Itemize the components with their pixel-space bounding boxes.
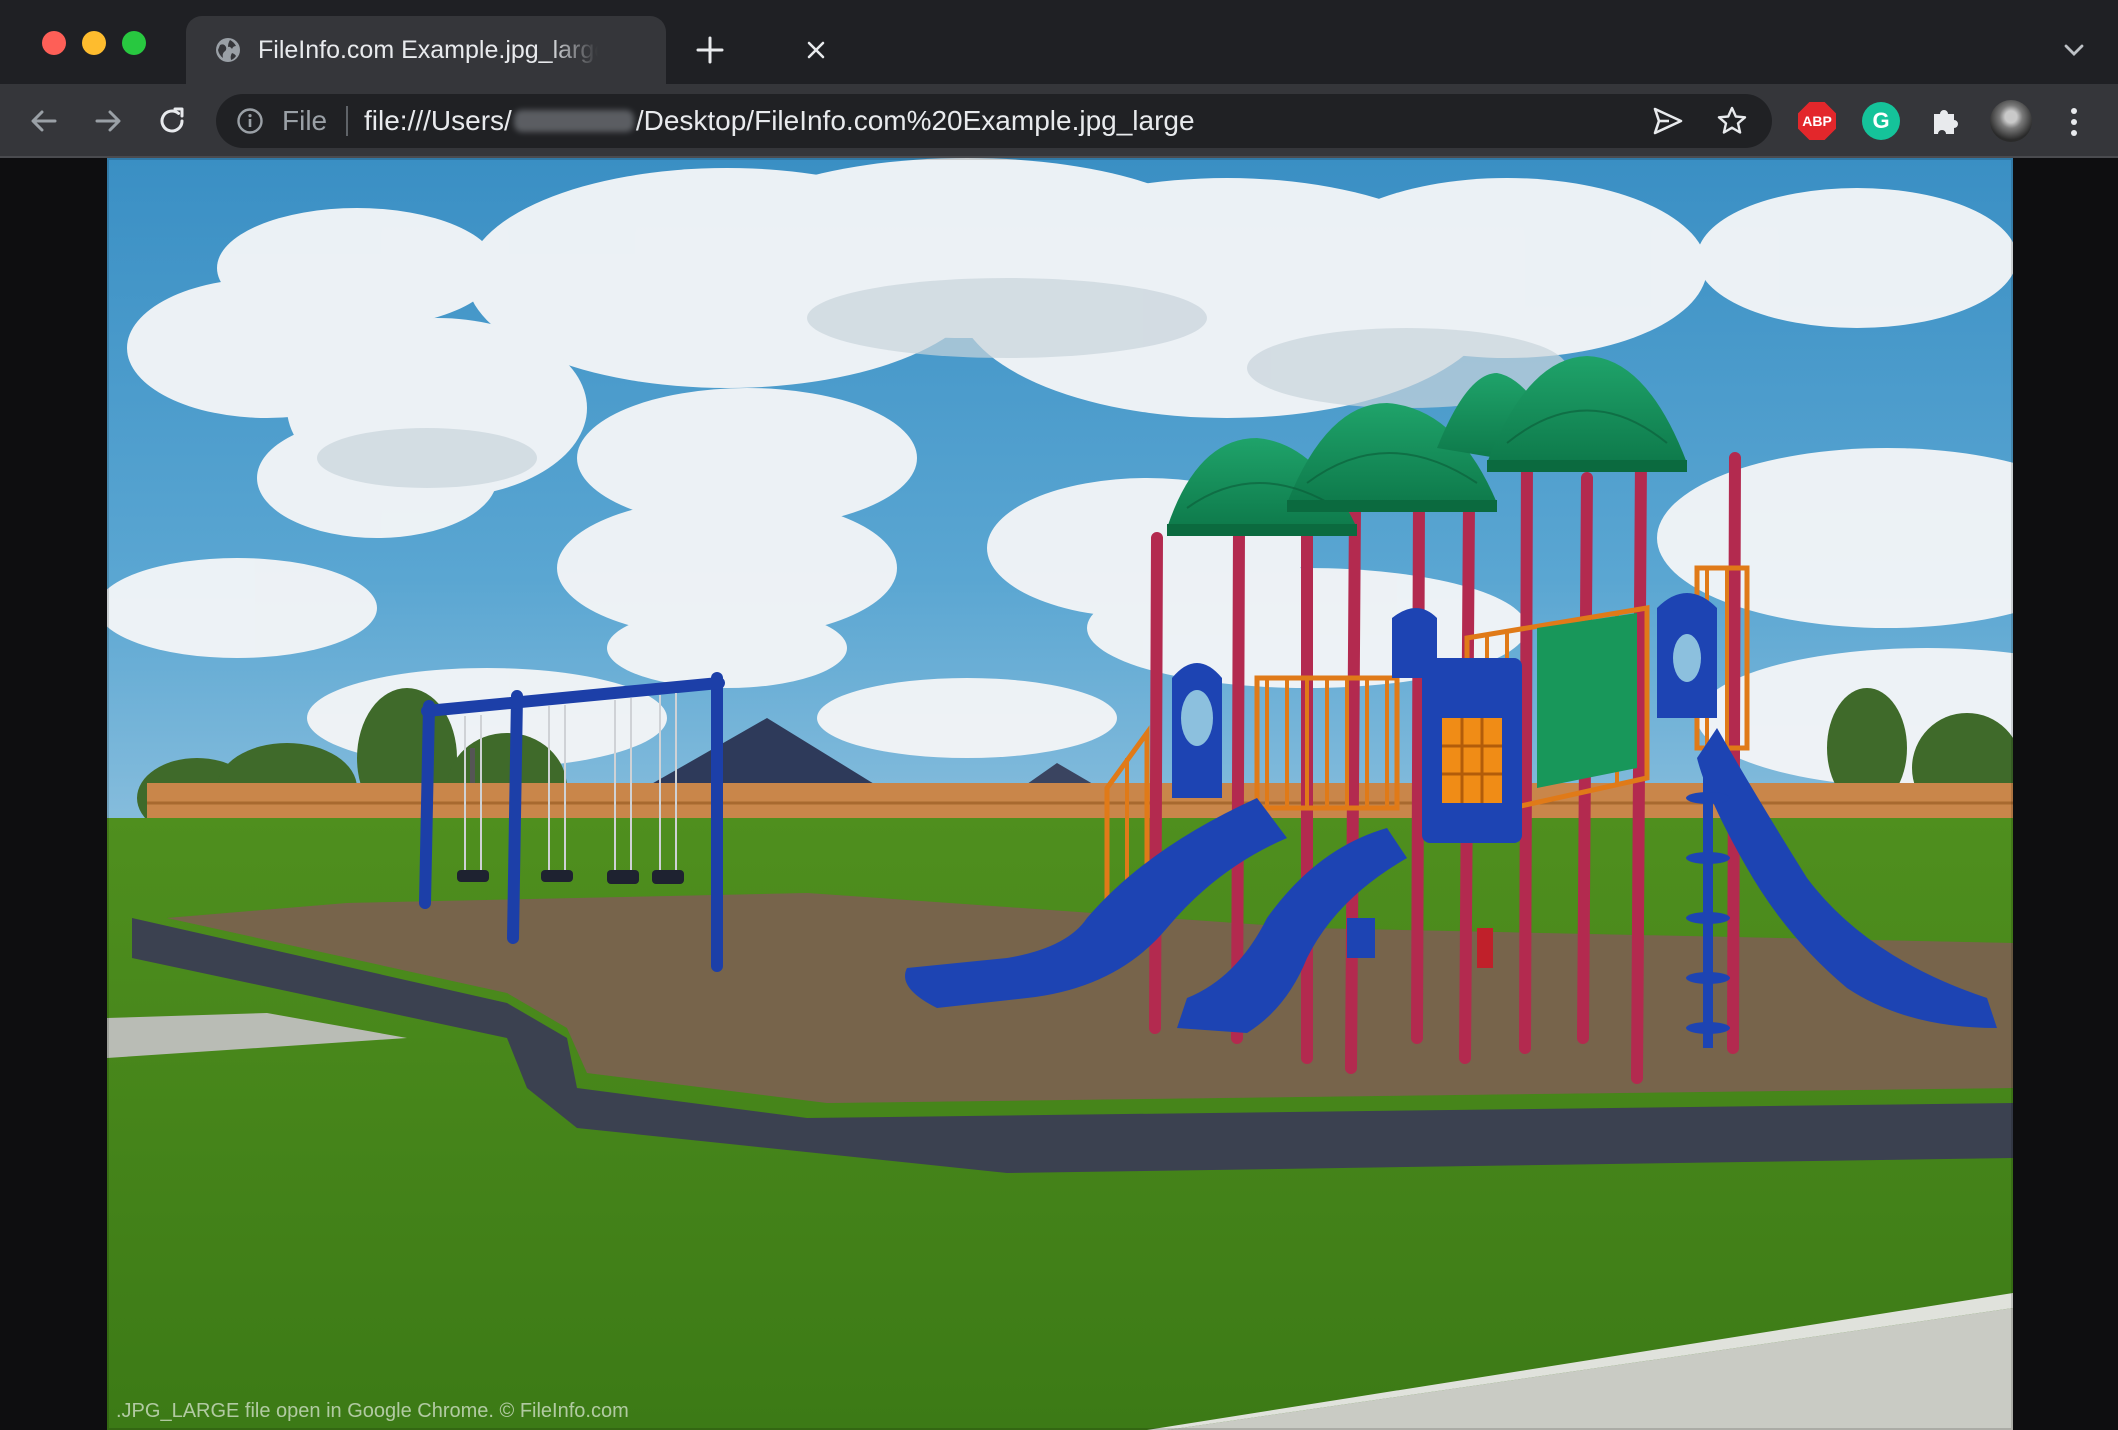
avatar[interactable] — [1990, 100, 2032, 142]
close-icon[interactable] — [804, 38, 828, 62]
info-icon[interactable] — [236, 107, 264, 135]
address-bar[interactable]: File file:///Users/ /Desktop/FileInfo.co… — [216, 94, 1772, 148]
image-caption: .JPG_LARGE file open in Google Chrome. ©… — [116, 1400, 629, 1422]
globe-icon — [214, 36, 242, 64]
zoom-window-button[interactable] — [122, 31, 146, 55]
tab-strip: FileInfo.com Example.jpg_large — [0, 0, 2118, 84]
star-icon[interactable] — [1716, 105, 1748, 137]
reload-icon[interactable] — [152, 101, 192, 141]
puzzle-icon[interactable] — [1926, 102, 1964, 140]
url-prefix: file:///Users/ — [364, 105, 512, 136]
arrow-left-icon[interactable] — [24, 101, 64, 141]
arrow-right-icon[interactable] — [88, 101, 128, 141]
browser-window: FileInfo.com Example.jpg_large File file… — [0, 0, 2118, 1430]
chip-separator — [346, 106, 348, 136]
plus-icon[interactable] — [694, 34, 726, 66]
send-icon[interactable] — [1652, 106, 1684, 136]
url-text[interactable]: file:///Users/ /Desktop/FileInfo.com%20E… — [364, 103, 1195, 139]
adblock-extension-icon[interactable]: ABP — [1798, 102, 1836, 140]
chevron-down-icon[interactable] — [2060, 38, 2088, 62]
playground-photo — [107, 158, 2013, 1430]
tab-title: FileInfo.com Example.jpg_large — [258, 36, 598, 64]
grammarly-extension-icon[interactable]: G — [1862, 102, 1900, 140]
tab-active[interactable]: FileInfo.com Example.jpg_large — [186, 16, 825, 84]
kebab-menu-icon[interactable] — [2058, 104, 2090, 140]
page-viewport — [0, 158, 2118, 1430]
close-window-button[interactable] — [42, 31, 66, 55]
redacted-username — [513, 110, 634, 132]
minimize-window-button[interactable] — [82, 31, 106, 55]
url-suffix: /Desktop/FileInfo.com%20Example.jpg_larg… — [635, 105, 1195, 136]
site-info-chip[interactable]: File — [282, 104, 327, 138]
toolbar: File file:///Users/ /Desktop/FileInfo.co… — [0, 84, 2118, 158]
